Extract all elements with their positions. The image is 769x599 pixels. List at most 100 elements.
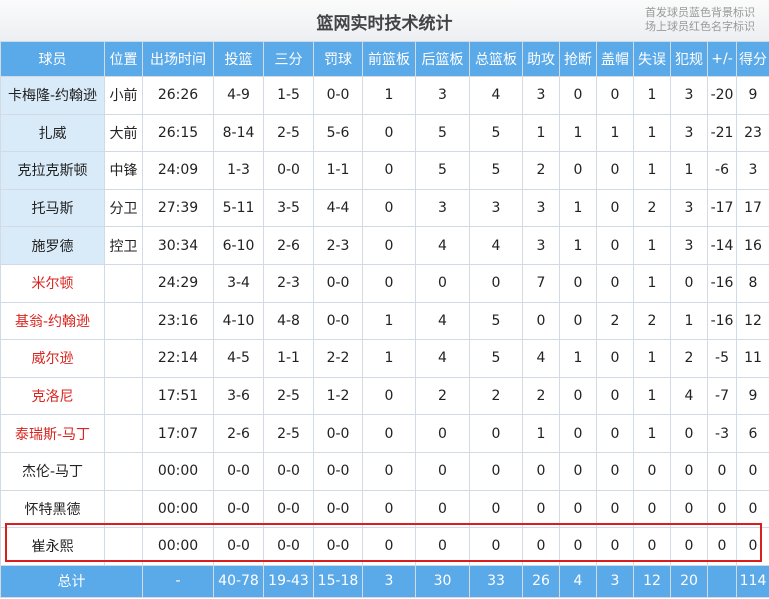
player-name[interactable]: 泰瑞斯-马丁	[0, 414, 105, 453]
stat-cell: 0	[559, 263, 597, 303]
stat-cell: 5	[469, 113, 523, 153]
stat-cell: 0-0	[313, 451, 363, 491]
column-header[interactable]: 罚球	[313, 41, 363, 77]
column-header[interactable]: 助攻	[522, 41, 560, 77]
totals-cell: 26	[522, 564, 560, 598]
table-row: 卡梅隆-约翰逊 小前 26:26 4-9 1-5 0-0 1 3 4 3 0 0 1 3 -20 9	[0, 76, 769, 115]
stat-cell: 4	[469, 76, 523, 115]
stat-cell: 3	[670, 188, 708, 228]
column-header[interactable]: 位置	[104, 41, 143, 77]
stat-cell: 0	[633, 527, 671, 566]
stat-cell: 2	[670, 339, 708, 378]
player-name[interactable]: 托马斯	[0, 188, 105, 228]
stat-cell: 0	[596, 339, 634, 378]
stat-cell: 0-0	[313, 76, 363, 115]
table-row: 扎威 大前 26:15 8-14 2-5 5-6 0 5 5 1 1 1 1 3 -21 23	[0, 113, 769, 153]
stat-cell: 4	[522, 339, 560, 378]
column-header[interactable]: +/-	[707, 41, 737, 77]
stat-cell: 0	[559, 76, 597, 115]
column-header[interactable]: 前篮板	[362, 41, 416, 77]
stat-cell: 0	[559, 301, 597, 341]
column-header[interactable]: 球员	[0, 41, 105, 77]
player-name[interactable]: 扎威	[0, 113, 105, 153]
stat-cell: 4	[469, 226, 523, 265]
stat-cell: 1	[559, 226, 597, 265]
column-header[interactable]: 盖帽	[596, 41, 634, 77]
stat-cell: 1	[633, 263, 671, 303]
stat-cell	[104, 489, 143, 529]
stat-cell: 2-6	[213, 414, 264, 453]
player-name[interactable]: 克拉克斯顿	[0, 151, 105, 190]
stat-cell: -21	[707, 113, 737, 153]
stat-cell: 0	[415, 527, 470, 566]
stat-cell: 3	[522, 76, 560, 115]
column-header[interactable]: 后篮板	[415, 41, 470, 77]
totals-cell: 4	[559, 564, 597, 598]
stat-cell: 0	[362, 151, 416, 190]
player-name[interactable]: 杰伦-马丁	[0, 451, 105, 491]
player-name[interactable]: 米尔顿	[0, 263, 105, 303]
stat-cell: -3	[707, 414, 737, 453]
stat-cell: 0	[707, 527, 737, 566]
stat-cell: 4	[415, 226, 470, 265]
player-name[interactable]: 卡梅隆-约翰逊	[0, 76, 105, 115]
stat-cell: 5	[415, 113, 470, 153]
column-header[interactable]: 失误	[633, 41, 671, 77]
table-row: 杰伦-马丁 00:00 0-0 0-0 0-0 0 0 0 0 0 0 0 0 0 0	[0, 451, 769, 491]
stat-cell: 2-5	[263, 113, 314, 153]
stat-cell: 1	[559, 113, 597, 153]
stat-cell: 5-11	[213, 188, 264, 228]
stat-cell: 1	[670, 301, 708, 341]
column-header[interactable]: 得分	[736, 41, 769, 77]
stat-cell: 0	[522, 451, 560, 491]
stat-cell: 0	[633, 489, 671, 529]
table-row: 克洛尼 17:51 3-6 2-5 1-2 0 2 2 2 0 0 1 4 -7 9	[0, 376, 769, 416]
player-name[interactable]: 基翁-约翰逊	[0, 301, 105, 341]
stat-cell: 1	[633, 113, 671, 153]
legend-starter-note: 首发球员蓝色背景标识	[645, 6, 755, 19]
stat-cell: 30:34	[142, 226, 214, 265]
stat-cell: 0	[362, 263, 416, 303]
stat-cell: 4	[415, 301, 470, 341]
stats-table: 球员 位置 出场时间 投篮 三分 罚球 前篮板 后篮板 总篮板 助攻 抢断 盖帽 失误 犯规 +/- 得分 卡…	[0, 41, 769, 598]
column-header[interactable]: 总篮板	[469, 41, 523, 77]
stat-cell: 分卫	[104, 188, 143, 228]
stat-cell: 4-9	[213, 76, 264, 115]
stat-cell: 0	[559, 376, 597, 416]
stat-cell: 2	[522, 151, 560, 190]
player-name[interactable]: 威尔逊	[0, 339, 105, 378]
stat-cell: 2	[469, 376, 523, 416]
stat-cell: 0	[522, 301, 560, 341]
stat-cell: 1	[522, 113, 560, 153]
column-header[interactable]: 犯规	[670, 41, 708, 77]
stat-cell: 1-2	[313, 376, 363, 416]
stat-cell: 0	[736, 527, 769, 566]
stat-cell: 0	[596, 489, 634, 529]
stat-cell: -17	[707, 188, 737, 228]
table-row: 基翁-约翰逊 23:16 4-10 4-8 0-0 1 4 5 0 0 2 2 1 -16 12	[0, 301, 769, 341]
table-row: 崔永熙 00:00 0-0 0-0 0-0 0 0 0 0 0 0 0 0 0 0	[0, 527, 769, 566]
stat-cell: 24:09	[142, 151, 214, 190]
player-name[interactable]: 怀特黑德	[0, 489, 105, 529]
stat-cell: 0	[670, 263, 708, 303]
stat-cell: 0	[559, 489, 597, 529]
column-header[interactable]: 出场时间	[142, 41, 214, 77]
column-header[interactable]: 投篮	[213, 41, 264, 77]
stat-cell: 16	[736, 226, 769, 265]
stat-cell: 1	[670, 151, 708, 190]
stat-cell: 0	[362, 489, 416, 529]
player-name[interactable]: 施罗德	[0, 226, 105, 265]
stat-cell: 5	[469, 339, 523, 378]
title-bar: 篮网实时技术统计 首发球员蓝色背景标识 场上球员红色名字标识	[0, 0, 769, 42]
player-name[interactable]: 克洛尼	[0, 376, 105, 416]
stat-cell: 17	[736, 188, 769, 228]
totals-label: 总计	[0, 564, 143, 598]
stat-cell	[104, 451, 143, 491]
stat-cell: 1-5	[263, 76, 314, 115]
stat-cell: 大前	[104, 113, 143, 153]
stat-cell: -16	[707, 263, 737, 303]
stat-cell: 0	[596, 527, 634, 566]
column-header[interactable]: 抢断	[559, 41, 597, 77]
column-header[interactable]: 三分	[263, 41, 314, 77]
player-name[interactable]: 崔永熙	[0, 527, 105, 566]
